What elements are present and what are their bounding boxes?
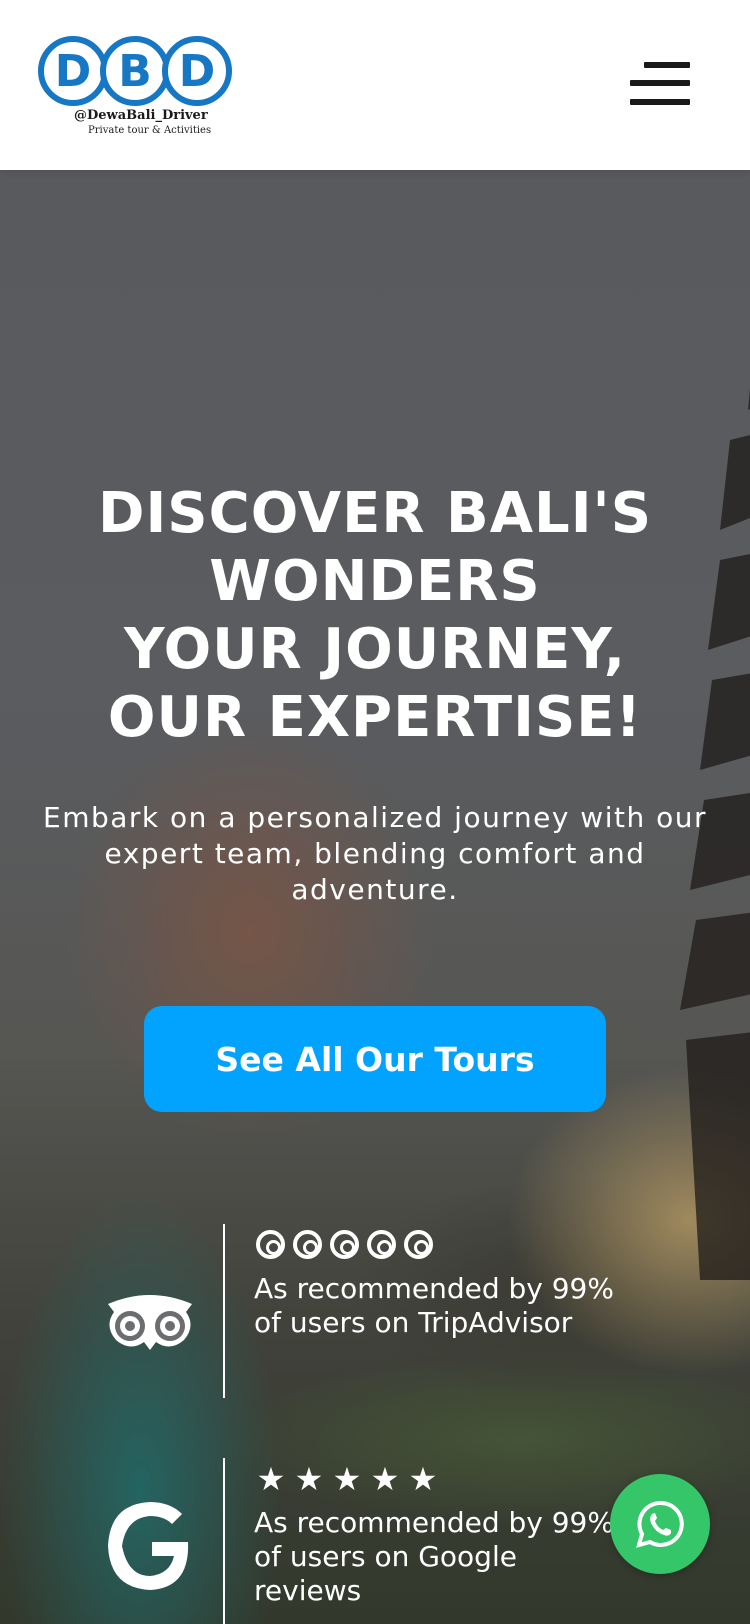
star-icon: ★ bbox=[294, 1460, 324, 1498]
tripadvisor-circle-icon bbox=[293, 1230, 322, 1259]
whatsapp-icon bbox=[636, 1500, 684, 1548]
hero-title: DISCOVER BALI'S WONDERS YOUR JOURNEY, OU… bbox=[0, 480, 750, 752]
hero-subtitle: Embark on a personalized journey with ou… bbox=[43, 801, 707, 906]
logo-handle: @DewaBali_Driver bbox=[74, 108, 208, 123]
logo-letters: D B D bbox=[38, 36, 238, 106]
google-g-icon bbox=[108, 1502, 189, 1590]
review-divider bbox=[223, 1224, 225, 1398]
star-icon: ★ bbox=[408, 1460, 438, 1498]
logo[interactable]: D B D @DewaBali_Driver Private tour & Ac… bbox=[38, 36, 238, 140]
review-divider bbox=[223, 1458, 225, 1624]
hero-title-line: DISCOVER BALI'S bbox=[97, 481, 653, 546]
logo-letter-d-2: D bbox=[162, 36, 232, 106]
hero-title-line: OUR EXPERTISE! bbox=[107, 685, 643, 750]
whatsapp-button[interactable] bbox=[610, 1474, 710, 1574]
star-icon: ★ bbox=[332, 1460, 362, 1498]
star-icon: ★ bbox=[256, 1460, 286, 1498]
tripadvisor-review-text: As recommended by 99% of users on TripAd… bbox=[254, 1272, 614, 1339]
star-icon: ★ bbox=[370, 1460, 400, 1498]
see-all-tours-button[interactable]: See All Our Tours bbox=[144, 1006, 606, 1112]
hamburger-menu-icon[interactable] bbox=[630, 58, 694, 108]
google-rating: ★ ★ ★ ★ ★ bbox=[256, 1460, 438, 1498]
hero-title-line: WONDERS bbox=[209, 549, 541, 614]
tripadvisor-rating bbox=[256, 1230, 433, 1259]
tripadvisor-owl-icon bbox=[108, 1295, 192, 1350]
tripadvisor-circle-icon bbox=[404, 1230, 433, 1259]
google-review-text: As recommended by 99% of users on Google… bbox=[254, 1506, 614, 1607]
tripadvisor-circle-icon bbox=[256, 1230, 285, 1259]
tripadvisor-circle-icon bbox=[330, 1230, 359, 1259]
site-header: D B D @DewaBali_Driver Private tour & Ac… bbox=[0, 0, 750, 170]
hero-section: DISCOVER BALI'S WONDERS YOUR JOURNEY, OU… bbox=[0, 170, 750, 1624]
logo-tagline: Private tour & Activities bbox=[88, 125, 212, 136]
tripadvisor-review: As recommended by 99% of users on TripAd… bbox=[0, 1224, 750, 1398]
hero-title-line: YOUR JOURNEY, bbox=[124, 617, 626, 682]
logo-letter-d: D bbox=[38, 36, 108, 106]
logo-letter-b: B bbox=[100, 36, 170, 106]
tripadvisor-circle-icon bbox=[367, 1230, 396, 1259]
